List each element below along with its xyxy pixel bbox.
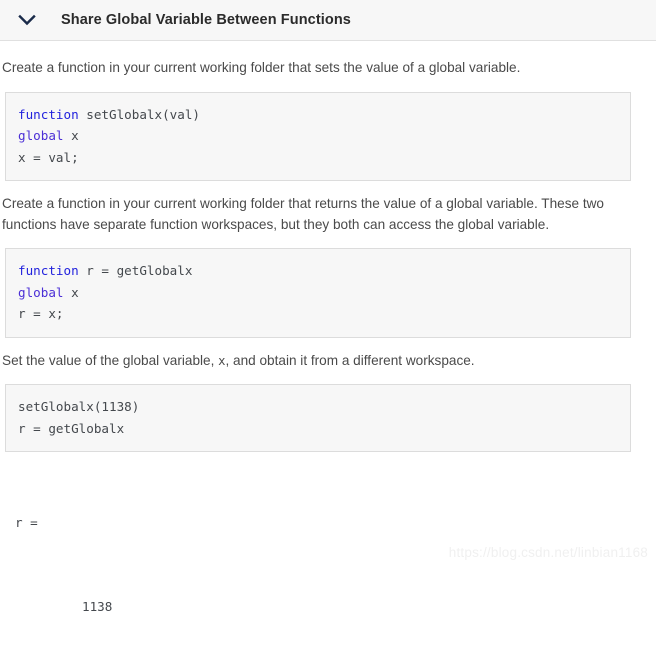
output-value: 1138 <box>82 599 113 614</box>
output-label: r = <box>15 515 38 530</box>
code-assign-r-x: r = x; <box>18 306 64 321</box>
paragraph-set-and-obtain: Set the value of the global variable, x,… <box>2 351 650 372</box>
code-block-getglobalx: function r = getGlobalx global x r = x; <box>5 248 631 338</box>
code-call-getglobalx: r = getGlobalx <box>18 420 125 436</box>
section-header[interactable]: Share Global Variable Between Functions <box>0 0 656 41</box>
code-global-var-x: x <box>63 128 79 143</box>
output-region: r = 1138 <box>15 470 650 659</box>
paragraph-text-tail: , and obtain it from a different workspa… <box>225 352 475 368</box>
code-assign-x-val: x = val; <box>18 149 79 165</box>
code-call-setglobalx: setGlobalx(1138) <box>18 399 140 414</box>
keyword-global: global <box>18 284 64 300</box>
code-block-invocation: setGlobalx(1138) r = getGlobalx <box>5 384 631 452</box>
paragraph-get-global: Create a function in your current workin… <box>2 196 604 232</box>
paragraph-set-global: Create a function in your current workin… <box>2 60 521 75</box>
chevron-down-icon[interactable] <box>16 9 38 31</box>
paragraph-text-lead: Set the value of the global variable, <box>2 352 219 368</box>
keyword-function: function <box>18 263 79 278</box>
code-signature-getglobalx: r = getGlobalx <box>78 263 193 278</box>
code-block-setglobalx: function setGlobalx(val) global x x = va… <box>5 91 631 181</box>
keyword-global: global <box>18 128 64 143</box>
page-title: Share Global Variable Between Functions <box>61 12 351 28</box>
keyword-function: function <box>18 106 79 122</box>
code-global-var-x: x <box>63 284 79 300</box>
code-signature-setglobalx: setGlobalx(val) <box>78 106 200 122</box>
content-area: Create a function in your current workin… <box>0 41 656 659</box>
